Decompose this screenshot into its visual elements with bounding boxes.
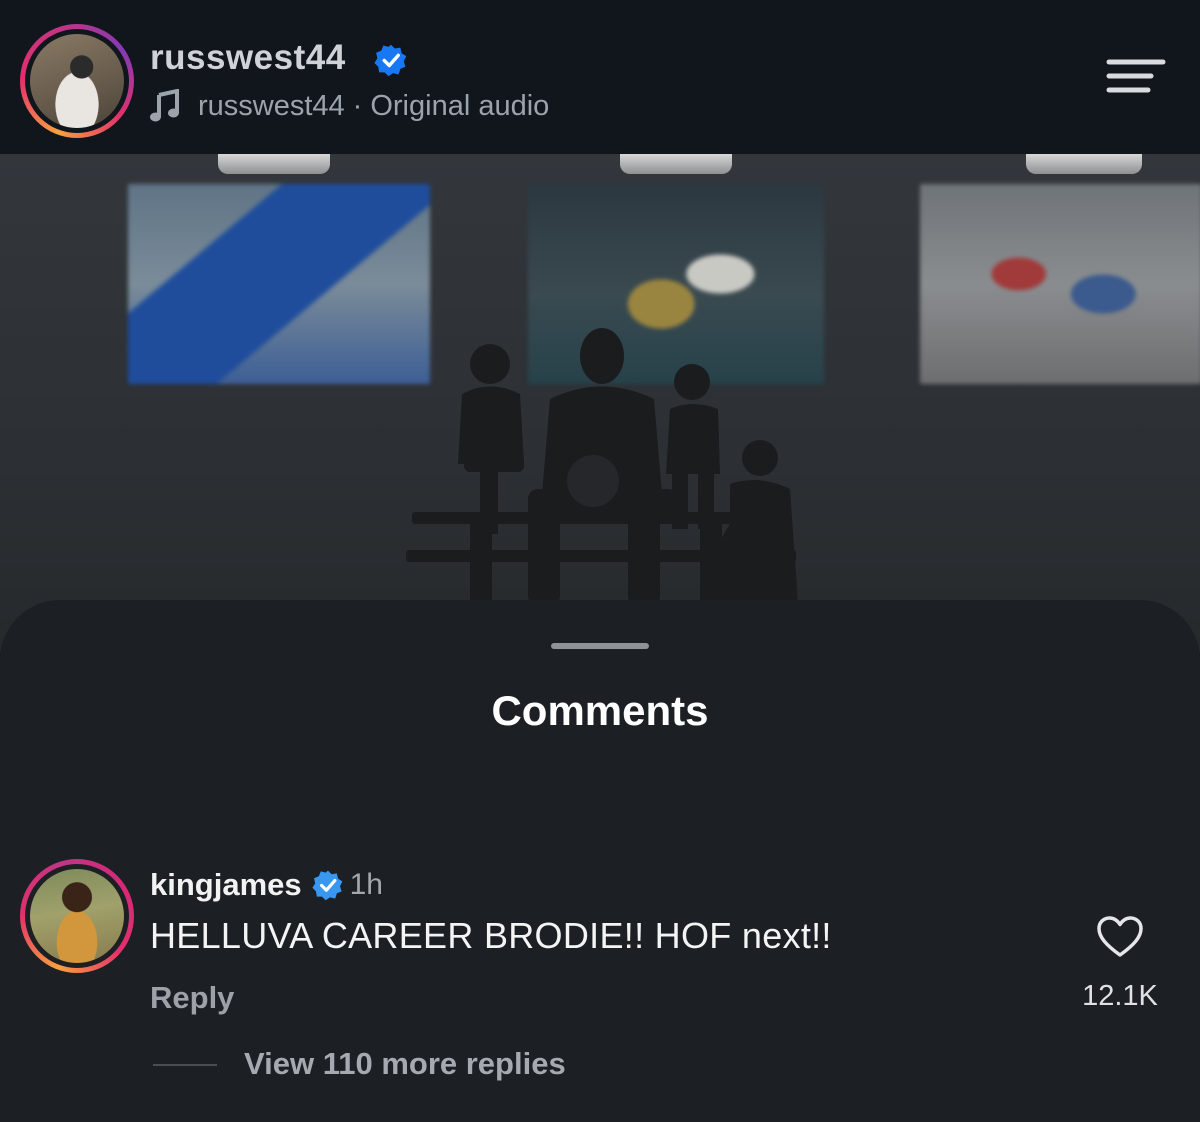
comment-text: HELLUVA CAREER BRODIE!! HOF next!! [150, 915, 832, 956]
audio-username: russwest44 [198, 89, 345, 122]
ceiling-light [1026, 154, 1142, 174]
wall-photo [920, 184, 1200, 384]
comment-timestamp: 1h [349, 868, 383, 901]
author-username[interactable]: russwest44 [150, 38, 346, 78]
music-note-icon [150, 89, 179, 122]
reel-page: russwest44 russwest44 · Original audio C… [0, 0, 1200, 1122]
view-replies-button[interactable]: View 110 more replies [244, 1046, 566, 1082]
comments-sheet: Comments kingjames 1h HELLUVA CAREER BRO… [0, 600, 1200, 1122]
menu-icon[interactable] [1106, 58, 1166, 94]
audio-label: Original audio [370, 89, 550, 122]
commenter-username[interactable]: kingjames [150, 867, 302, 903]
ceiling-light [218, 154, 330, 174]
comments-title: Comments [491, 687, 709, 734]
avatar-image [30, 869, 124, 963]
audio-separator: · [352, 89, 363, 122]
replies-divider [153, 1064, 217, 1066]
comment-meta: kingjames 1h [150, 865, 383, 905]
like-count: 12.1K [1082, 980, 1158, 1012]
commenter-avatar[interactable] [20, 859, 134, 973]
reel-video[interactable] [0, 154, 1200, 654]
sheet-drag-handle[interactable] [551, 643, 649, 649]
reply-button[interactable]: Reply [150, 980, 234, 1016]
audio-attribution[interactable]: russwest44 · Original audio [150, 86, 549, 126]
author-avatar[interactable] [20, 24, 134, 138]
post-header: russwest44 russwest44 · Original audio [0, 0, 1200, 154]
bronze-statue-image [406, 328, 798, 604]
avatar-image [30, 34, 124, 128]
wall-photo [128, 184, 430, 384]
heart-icon[interactable] [1096, 915, 1144, 959]
ceiling-light [620, 154, 732, 174]
verified-badge-icon [312, 870, 343, 901]
verified-badge-icon [374, 44, 407, 77]
